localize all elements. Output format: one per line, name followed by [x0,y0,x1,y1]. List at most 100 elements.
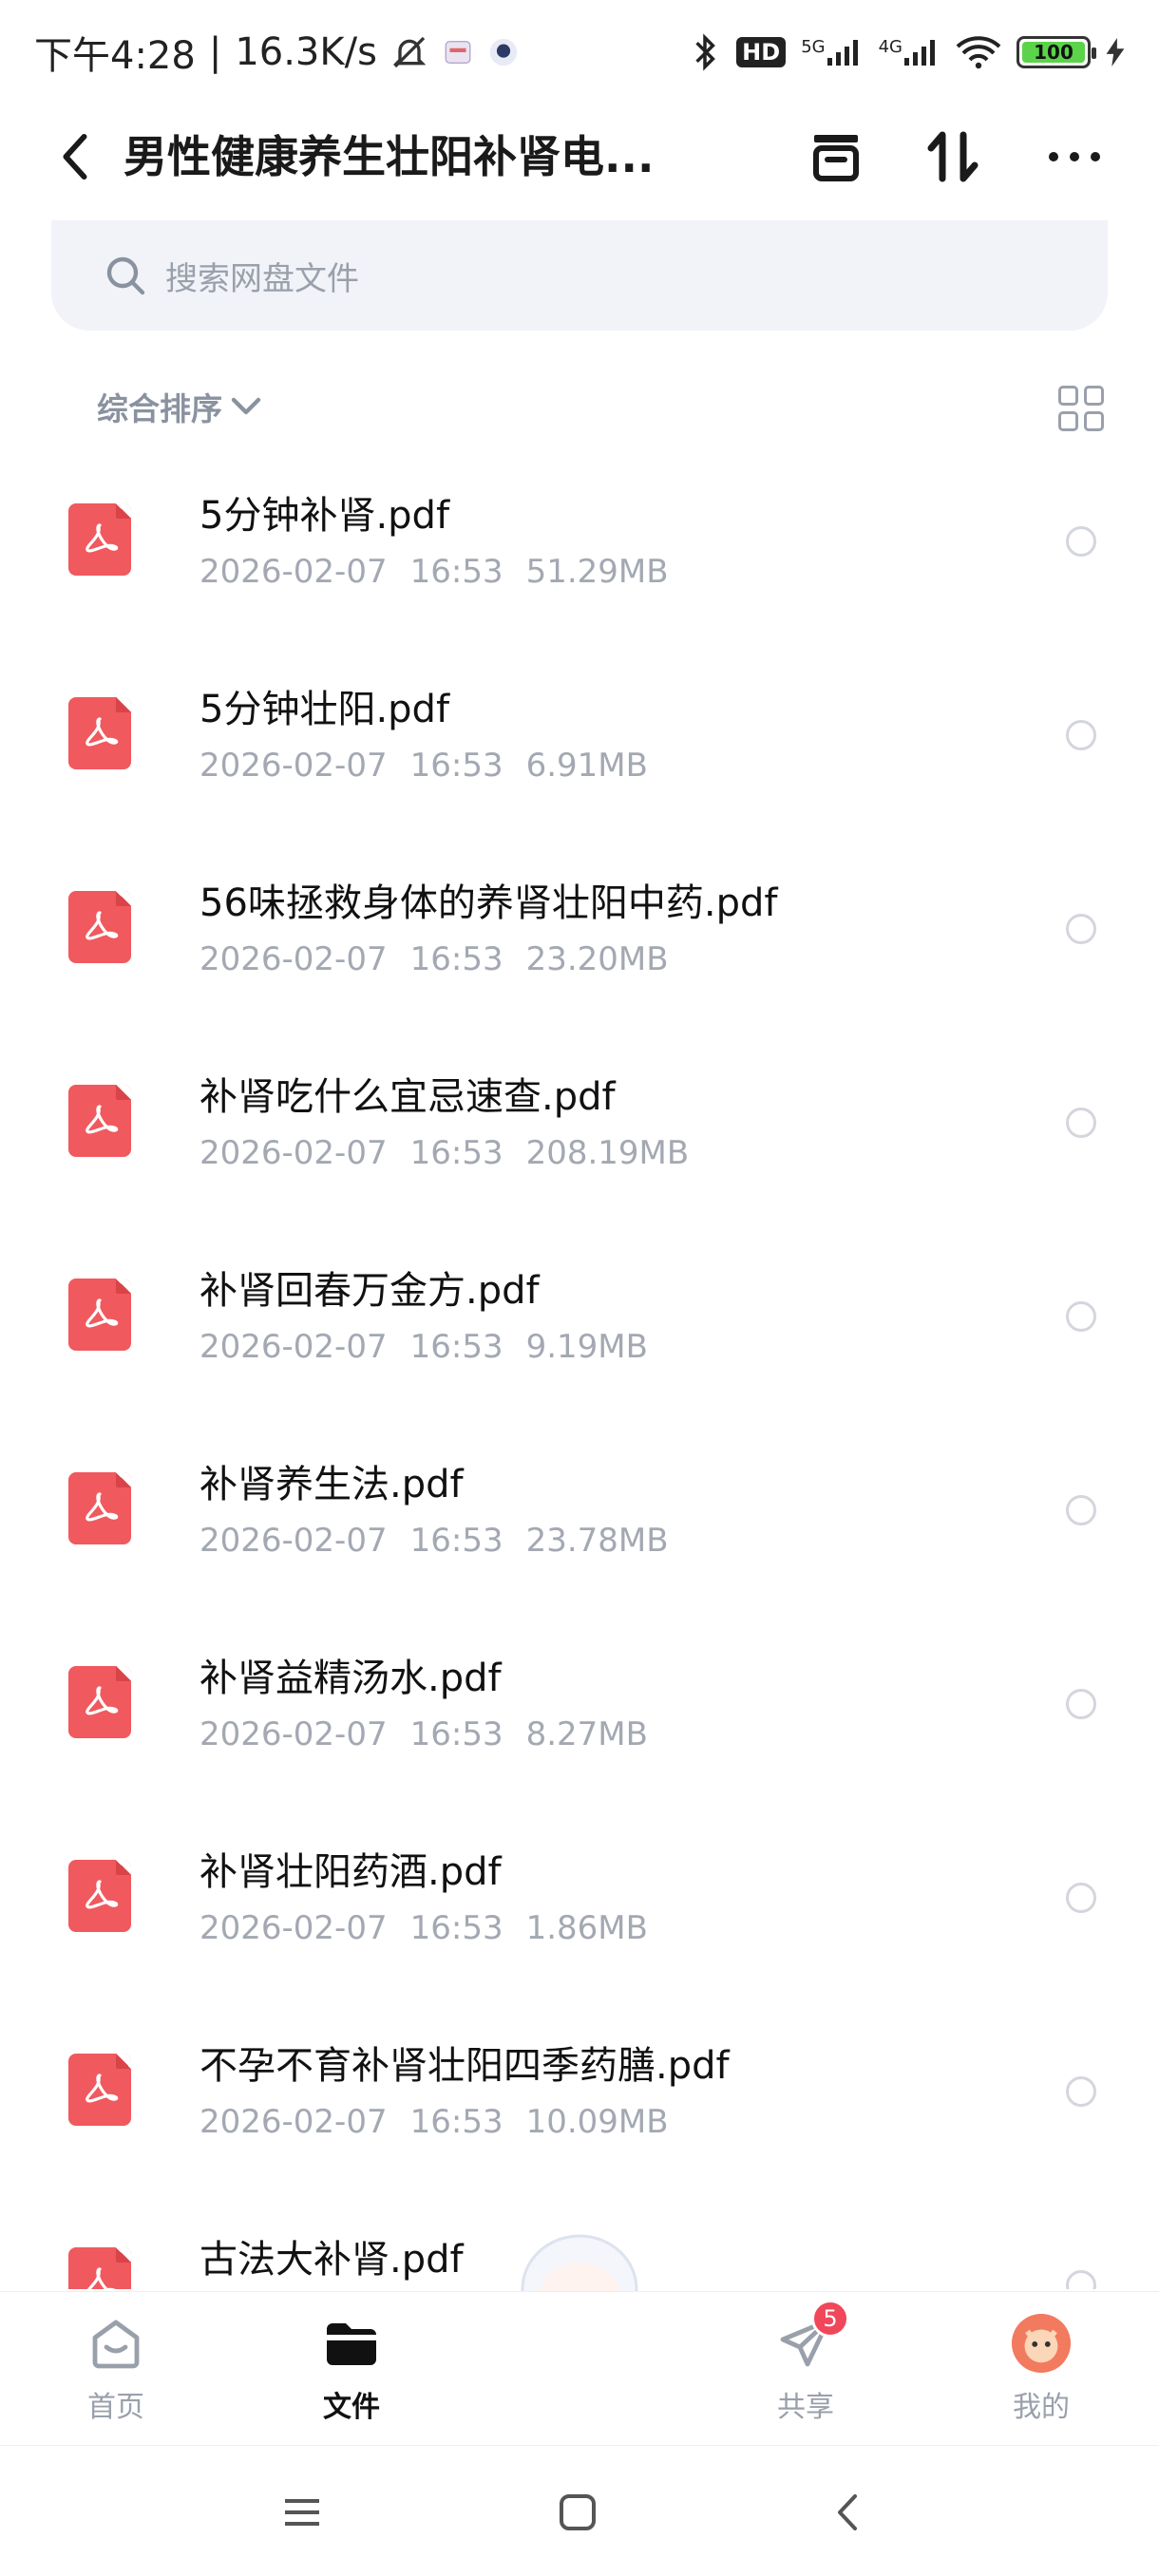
mute-bell-icon [390,33,428,71]
file-date: 2026-02-07 [200,747,388,785]
file-time: 16:53 [409,1134,504,1172]
tab-mine-label: 我的 [1013,2391,1070,2424]
file-row[interactable]: 5分钟壮阳.pdf 2026-02-07 16:53 6.91MB [0,650,1159,843]
signal-5g-icon: 5G [801,37,863,67]
pdf-file-icon [68,1666,131,1738]
system-nav-bar [0,2445,1159,2576]
back-button[interactable] [46,125,103,188]
file-name: 补肾壮阳药酒.pdf [200,1850,502,1894]
avatar-icon [1011,2313,1072,2374]
file-name: 不孕不育补肾壮阳四季药膳.pdf [200,2044,730,2088]
file-size: 51.29MB [525,553,669,591]
file-size: 1.86MB [525,1909,648,1947]
select-checkbox[interactable] [1066,720,1096,750]
sort-row: 综合排序 [0,370,1159,446]
status-bar: 下午4:28 | 16.3K/s HD 5G 4G 100 [0,0,1159,104]
file-date: 2026-02-07 [200,553,388,591]
status-left: 下午4:28 | 16.3K/s [34,25,520,80]
file-meta: 2026-02-07 16:53 23.20MB [200,940,692,978]
select-checkbox[interactable] [1066,2270,1096,2289]
signal-5g-label: 5G [801,37,826,57]
pdf-file-icon [68,697,131,769]
pdf-file-icon [68,891,131,963]
grid-cell [1084,386,1104,406]
recent-apps-button[interactable] [274,2484,331,2541]
system-back-button[interactable] [819,2484,876,2541]
file-size: 8.27MB [525,1715,648,1753]
more-options-button[interactable] [1041,125,1108,188]
archive-button[interactable] [803,125,869,188]
select-checkbox[interactable] [1066,1108,1096,1138]
back-arrow-icon [63,133,87,180]
search-input[interactable]: 搜索网盘文件 [51,220,1108,331]
sort-dropdown[interactable]: 综合排序 [97,384,262,429]
tab-home[interactable]: 首页 [40,2292,192,2444]
tab-share-label: 共享 [777,2391,834,2424]
pdf-file-icon [68,1085,131,1157]
sort-order-button[interactable] [920,125,986,188]
file-meta: 2026-02-07 16:53 6.91MB [200,747,671,785]
file-row[interactable]: 补肾吃什么宜忌速查.pdf 2026-02-07 16:53 208.19MB [0,1037,1159,1231]
file-row[interactable]: 56味拯救身体的养肾壮阳中药.pdf 2026-02-07 16:53 23.20MB [0,843,1159,1037]
file-row[interactable]: 补肾益精汤水.pdf 2026-02-07 16:53 8.27MB [0,1619,1159,1812]
file-list: 5分钟补肾.pdf 2026-02-07 16:53 51.29MB 5分钟壮阳.pdf… [0,456,1159,2289]
square-home-icon [560,2494,596,2530]
select-checkbox[interactable] [1066,526,1096,557]
home-icon [86,2313,146,2374]
file-size: 9.19MB [525,1328,648,1366]
signal-4g-label: 4G [878,37,902,57]
back-chevron-icon [838,2494,857,2530]
file-date: 2026-02-07 [200,1134,388,1172]
more-dots-icon [1049,152,1100,161]
share-badge: 5 [811,2300,849,2338]
bottom-tab-bar: 首页 文件 5 共享 我的 [0,2291,1159,2443]
file-row[interactable]: 补肾壮阳药酒.pdf 2026-02-07 16:53 1.86MB [0,1812,1159,2006]
app-avatar-icon [487,36,520,68]
status-time: 下午4:28 [34,34,196,78]
pdf-file-icon [68,1472,131,1544]
share-paper-plane-icon: 5 [775,2300,849,2374]
file-size: 23.20MB [525,940,669,978]
file-row[interactable]: 不孕不育补肾壮阳四季药膳.pdf 2026-02-07 16:53 10.09MB [0,2006,1159,2200]
folder-icon [321,2313,382,2374]
file-time: 16:53 [409,1328,504,1366]
file-name: 古法大补肾.pdf [200,2238,464,2282]
page-title: 男性健康养生壮阳补肾电... [124,131,655,182]
select-checkbox[interactable] [1066,914,1096,944]
battery-level: 100 [1034,41,1074,64]
bluetooth-icon [689,32,721,72]
select-checkbox[interactable] [1066,2076,1096,2107]
select-checkbox[interactable] [1066,1689,1096,1719]
grid-cell [1058,386,1078,406]
grid-view-icon[interactable] [1058,386,1104,431]
file-name: 补肾回春万金方.pdf [200,1269,540,1313]
select-checkbox[interactable] [1066,1495,1096,1525]
file-name: 补肾益精汤水.pdf [200,1657,502,1700]
tab-share[interactable]: 5 共享 [730,2292,882,2444]
status-separator: | [208,30,222,74]
grid-cell [1058,411,1078,431]
file-date: 2026-02-07 [200,1715,388,1753]
file-row[interactable]: 补肾养生法.pdf 2026-02-07 16:53 23.78MB [0,1425,1159,1619]
file-name: 56味拯救身体的养肾壮阳中药.pdf [200,881,778,925]
file-date: 2026-02-07 [200,940,388,978]
file-meta: 2026-02-07 16:53 51.29MB [200,553,692,591]
home-system-button[interactable] [549,2484,606,2541]
tab-files[interactable]: 文件 [276,2292,428,2444]
file-time: 16:53 [409,940,504,978]
file-meta: 2026-02-07 16:53 8.27MB [200,1715,671,1753]
select-checkbox[interactable] [1066,1883,1096,1913]
signal-4g-icon: 4G [879,37,940,67]
file-row[interactable]: 5分钟补肾.pdf 2026-02-07 16:53 51.29MB [0,456,1159,650]
tab-mine[interactable]: 我的 [965,2292,1117,2444]
file-size: 6.91MB [525,747,648,785]
file-name: 5分钟补肾.pdf [200,494,450,538]
file-date: 2026-02-07 [200,1328,388,1366]
charging-bolt-icon [1106,38,1125,66]
file-meta: 2026-02-07 16:53 9.19MB [200,1328,671,1366]
file-meta: 2026-02-07 16:53 1.86MB [200,1909,671,1947]
file-time: 16:53 [409,1522,504,1560]
file-row[interactable]: 补肾回春万金方.pdf 2026-02-07 16:53 9.19MB [0,1231,1159,1425]
select-checkbox[interactable] [1066,1301,1096,1332]
file-date: 2026-02-07 [200,2103,388,2141]
